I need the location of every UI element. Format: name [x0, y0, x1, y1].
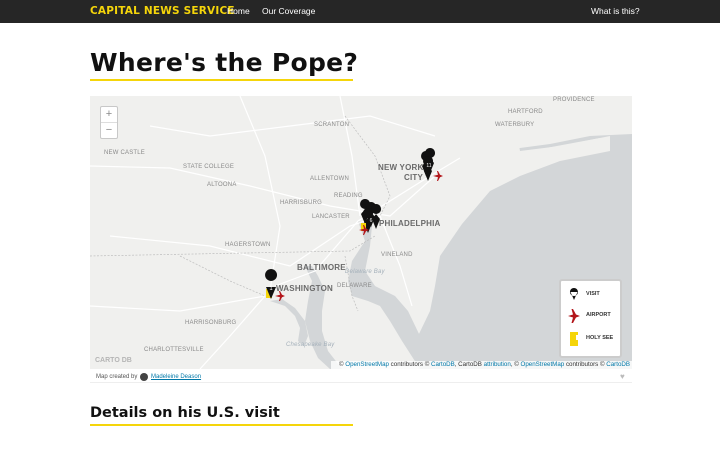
map-label-harrisonburg: HARRISONBURG	[185, 320, 237, 326]
map-canvas[interactable]: 1 6 11 PROVIDENCE HARTFORD WATERBURY SCR…	[90, 96, 632, 369]
attribution-link[interactable]: attribution	[484, 361, 511, 368]
map-label-delaware-bay: Delaware Bay	[345, 269, 385, 275]
visit-pin-icon	[569, 288, 578, 300]
cartodb-logo: CARTO DB	[95, 357, 132, 364]
author-link[interactable]: Madeleine Deason	[151, 374, 201, 380]
map-label-new-york: NEW YORK	[378, 163, 424, 172]
nav-home-link[interactable]: Home	[227, 6, 250, 16]
airport-marker-new-york	[433, 171, 443, 181]
map-credit-bar: Map created by Madeleine Deason ♥	[90, 369, 632, 383]
credit-prefix: Map created by	[96, 374, 138, 380]
map-label-washington: WASHINGTON	[276, 284, 333, 293]
attribution-cartodb-link-2[interactable]: CartoDB	[606, 361, 630, 368]
attribution-text: , CartoDB	[454, 361, 484, 368]
title-underline	[90, 79, 353, 81]
map-label-delaware: DELAWARE	[337, 283, 372, 289]
map-label-new-castle: NEW CASTLE	[104, 150, 146, 156]
map-label-state-college: STATE COLLEGE	[183, 164, 235, 170]
page-title: Where's the Pope?	[90, 48, 359, 77]
map-label-scranton: SCRANTON	[314, 122, 350, 128]
top-navbar: CAPITAL NEWS SERVICE Home Our Coverage W…	[0, 0, 720, 23]
map-label-reading: READING	[334, 193, 363, 199]
map-label-philadelphia: PHILADELPHIA	[379, 219, 441, 228]
legend-visit: VISIT	[565, 287, 621, 303]
map-legend: VISIT AIRPORT HOLY SEE	[559, 279, 622, 358]
legend-airport-label: AIRPORT	[586, 312, 611, 318]
visit-marker-philly-number: 6	[370, 218, 373, 224]
attribution-text: contributors ©	[564, 361, 607, 368]
legend-visit-label: VISIT	[586, 291, 600, 297]
map-basemap: 1 6 11	[90, 96, 632, 369]
nav-about-link[interactable]: What is this?	[591, 6, 640, 16]
zoom-out-button[interactable]: −	[101, 123, 117, 139]
map-label-waterbury: WATERBURY	[495, 122, 535, 128]
map-label-hagerstown: HAGERSTOWN	[225, 242, 271, 248]
legend-airport: AIRPORT	[565, 308, 621, 324]
legend-holy-see-label: HOLY SEE	[586, 335, 614, 341]
zoom-control: + −	[100, 106, 118, 139]
map-label-charlottesville: CHARLOTTESVILLE	[144, 347, 204, 353]
map-label-providence: PROVIDENCE	[553, 97, 595, 103]
map-label-chesapeake-bay: Chesapeake Bay	[286, 342, 335, 348]
attribution-text: contributors ©	[388, 361, 431, 368]
author-avatar	[140, 373, 148, 381]
visit-marker-nyc-number: 11	[426, 163, 431, 169]
map-label-lancaster: LANCASTER	[312, 214, 350, 220]
attribution-osm-link[interactable]: OpenStreetMap	[345, 361, 389, 368]
section-title: Details on his U.S. visit	[90, 405, 280, 421]
attribution-cartodb-link[interactable]: CartoDB	[431, 361, 455, 368]
zoom-in-button[interactable]: +	[101, 107, 117, 123]
holy-see-icon	[570, 332, 579, 346]
attribution-osm-link-2[interactable]: OpenStreetMap	[521, 361, 565, 368]
brand-logo[interactable]: CAPITAL NEWS SERVICE	[90, 5, 235, 17]
heart-icon[interactable]: ♥	[620, 372, 625, 381]
map-attribution: © OpenStreetMap contributors © CartoDB, …	[331, 361, 632, 369]
airplane-icon	[568, 309, 580, 323]
attribution-text: , ©	[510, 361, 521, 368]
map-label-baltimore: BALTIMORE	[297, 263, 346, 272]
map-label-vineland: VINELAND	[381, 252, 413, 258]
legend-holy-see: HOLY SEE	[565, 331, 621, 347]
map-label-harrisburg: HARRISBURG	[280, 200, 323, 206]
nav-coverage-link[interactable]: Our Coverage	[262, 6, 315, 16]
map-label-altoona: ALTOONA	[207, 182, 237, 188]
map-label-city: CITY	[404, 173, 424, 182]
map-label-hartford: HARTFORD	[508, 109, 543, 115]
map-label-allentown: ALLENTOWN	[310, 176, 350, 182]
section-underline	[90, 424, 353, 426]
